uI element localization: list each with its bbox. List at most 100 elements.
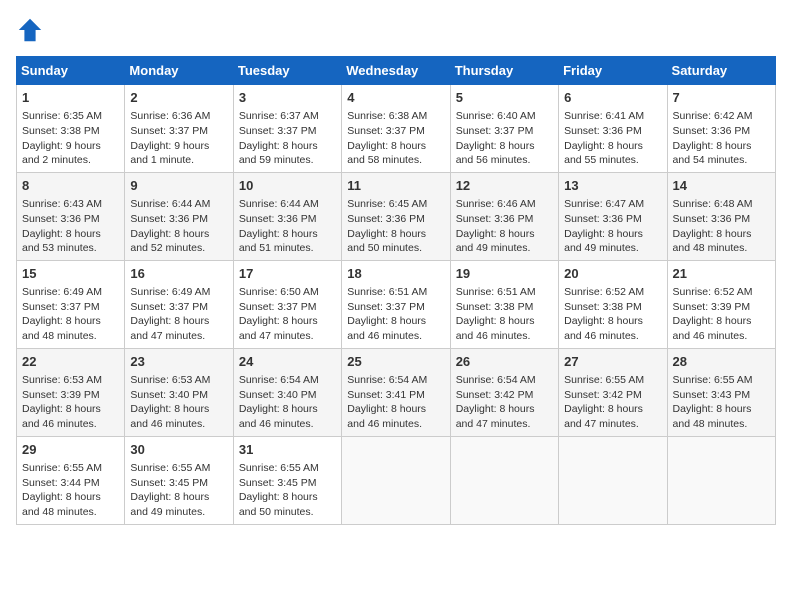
day-number: 23 <box>130 353 227 371</box>
daylight: Daylight: 8 hours and 46 minutes. <box>456 315 535 342</box>
sunrise: Sunrise: 6:44 AM <box>130 198 210 210</box>
calendar-day-cell: 19Sunrise: 6:51 AMSunset: 3:38 PMDayligh… <box>450 260 558 348</box>
weekday-header-cell: Thursday <box>450 57 558 85</box>
sunrise: Sunrise: 6:54 AM <box>239 374 319 386</box>
day-number: 19 <box>456 265 553 283</box>
calendar-day-cell: 20Sunrise: 6:52 AMSunset: 3:38 PMDayligh… <box>559 260 667 348</box>
sunset: Sunset: 3:37 PM <box>130 125 208 137</box>
sunset: Sunset: 3:37 PM <box>239 125 317 137</box>
calendar-day-cell: 9Sunrise: 6:44 AMSunset: 3:36 PMDaylight… <box>125 172 233 260</box>
weekday-header-cell: Friday <box>559 57 667 85</box>
calendar-day-cell: 12Sunrise: 6:46 AMSunset: 3:36 PMDayligh… <box>450 172 558 260</box>
day-number: 26 <box>456 353 553 371</box>
sunrise: Sunrise: 6:54 AM <box>456 374 536 386</box>
day-number: 11 <box>347 177 444 195</box>
sunrise: Sunrise: 6:54 AM <box>347 374 427 386</box>
calendar-day-cell: 18Sunrise: 6:51 AMSunset: 3:37 PMDayligh… <box>342 260 450 348</box>
daylight: Daylight: 8 hours and 46 minutes. <box>347 315 426 342</box>
sunrise: Sunrise: 6:53 AM <box>22 374 102 386</box>
calendar-day-cell <box>342 436 450 524</box>
sunset: Sunset: 3:37 PM <box>130 301 208 313</box>
daylight: Daylight: 9 hours and 1 minute. <box>130 140 209 167</box>
day-number: 30 <box>130 441 227 459</box>
calendar-table: SundayMondayTuesdayWednesdayThursdayFrid… <box>16 56 776 525</box>
weekday-header-cell: Tuesday <box>233 57 341 85</box>
sunset: Sunset: 3:38 PM <box>22 125 100 137</box>
sunset: Sunset: 3:37 PM <box>347 301 425 313</box>
calendar-day-cell: 30Sunrise: 6:55 AMSunset: 3:45 PMDayligh… <box>125 436 233 524</box>
daylight: Daylight: 8 hours and 46 minutes. <box>239 403 318 430</box>
sunset: Sunset: 3:38 PM <box>456 301 534 313</box>
day-number: 29 <box>22 441 119 459</box>
sunrise: Sunrise: 6:37 AM <box>239 110 319 122</box>
daylight: Daylight: 8 hours and 46 minutes. <box>22 403 101 430</box>
sunset: Sunset: 3:38 PM <box>564 301 642 313</box>
day-number: 17 <box>239 265 336 283</box>
calendar-day-cell: 22Sunrise: 6:53 AMSunset: 3:39 PMDayligh… <box>17 348 125 436</box>
calendar-day-cell: 4Sunrise: 6:38 AMSunset: 3:37 PMDaylight… <box>342 85 450 173</box>
day-number: 13 <box>564 177 661 195</box>
sunset: Sunset: 3:36 PM <box>239 213 317 225</box>
day-number: 9 <box>130 177 227 195</box>
day-number: 2 <box>130 89 227 107</box>
sunset: Sunset: 3:37 PM <box>22 301 100 313</box>
sunset: Sunset: 3:37 PM <box>456 125 534 137</box>
sunset: Sunset: 3:36 PM <box>564 125 642 137</box>
sunrise: Sunrise: 6:48 AM <box>673 198 753 210</box>
sunrise: Sunrise: 6:35 AM <box>22 110 102 122</box>
sunset: Sunset: 3:36 PM <box>673 213 751 225</box>
day-number: 15 <box>22 265 119 283</box>
weekday-header-cell: Sunday <box>17 57 125 85</box>
day-number: 25 <box>347 353 444 371</box>
calendar-day-cell: 25Sunrise: 6:54 AMSunset: 3:41 PMDayligh… <box>342 348 450 436</box>
weekday-header-row: SundayMondayTuesdayWednesdayThursdayFrid… <box>17 57 776 85</box>
daylight: Daylight: 8 hours and 56 minutes. <box>456 140 535 167</box>
daylight: Daylight: 8 hours and 47 minutes. <box>456 403 535 430</box>
daylight: Daylight: 8 hours and 48 minutes. <box>673 228 752 255</box>
sunrise: Sunrise: 6:49 AM <box>130 286 210 298</box>
calendar-week-row: 8Sunrise: 6:43 AMSunset: 3:36 PMDaylight… <box>17 172 776 260</box>
calendar-day-cell: 27Sunrise: 6:55 AMSunset: 3:42 PMDayligh… <box>559 348 667 436</box>
calendar-body: 1Sunrise: 6:35 AMSunset: 3:38 PMDaylight… <box>17 85 776 525</box>
calendar-day-cell: 16Sunrise: 6:49 AMSunset: 3:37 PMDayligh… <box>125 260 233 348</box>
calendar-day-cell: 15Sunrise: 6:49 AMSunset: 3:37 PMDayligh… <box>17 260 125 348</box>
sunset: Sunset: 3:42 PM <box>456 389 534 401</box>
sunrise: Sunrise: 6:52 AM <box>564 286 644 298</box>
day-number: 20 <box>564 265 661 283</box>
calendar-day-cell: 7Sunrise: 6:42 AMSunset: 3:36 PMDaylight… <box>667 85 775 173</box>
sunset: Sunset: 3:36 PM <box>673 125 751 137</box>
sunset: Sunset: 3:40 PM <box>130 389 208 401</box>
sunset: Sunset: 3:45 PM <box>130 477 208 489</box>
calendar-day-cell <box>667 436 775 524</box>
day-number: 21 <box>673 265 770 283</box>
sunrise: Sunrise: 6:41 AM <box>564 110 644 122</box>
daylight: Daylight: 8 hours and 47 minutes. <box>239 315 318 342</box>
sunrise: Sunrise: 6:40 AM <box>456 110 536 122</box>
calendar-day-cell: 6Sunrise: 6:41 AMSunset: 3:36 PMDaylight… <box>559 85 667 173</box>
calendar-week-row: 22Sunrise: 6:53 AMSunset: 3:39 PMDayligh… <box>17 348 776 436</box>
day-number: 7 <box>673 89 770 107</box>
day-number: 27 <box>564 353 661 371</box>
sunrise: Sunrise: 6:38 AM <box>347 110 427 122</box>
day-number: 24 <box>239 353 336 371</box>
day-number: 22 <box>22 353 119 371</box>
day-number: 10 <box>239 177 336 195</box>
daylight: Daylight: 8 hours and 54 minutes. <box>673 140 752 167</box>
sunset: Sunset: 3:39 PM <box>673 301 751 313</box>
sunset: Sunset: 3:36 PM <box>130 213 208 225</box>
weekday-header-cell: Monday <box>125 57 233 85</box>
day-number: 16 <box>130 265 227 283</box>
day-number: 12 <box>456 177 553 195</box>
sunset: Sunset: 3:45 PM <box>239 477 317 489</box>
sunset: Sunset: 3:42 PM <box>564 389 642 401</box>
calendar-day-cell: 10Sunrise: 6:44 AMSunset: 3:36 PMDayligh… <box>233 172 341 260</box>
calendar-day-cell: 24Sunrise: 6:54 AMSunset: 3:40 PMDayligh… <box>233 348 341 436</box>
sunrise: Sunrise: 6:43 AM <box>22 198 102 210</box>
day-number: 3 <box>239 89 336 107</box>
sunset: Sunset: 3:37 PM <box>347 125 425 137</box>
sunset: Sunset: 3:37 PM <box>239 301 317 313</box>
daylight: Daylight: 8 hours and 46 minutes. <box>673 315 752 342</box>
calendar-day-cell: 31Sunrise: 6:55 AMSunset: 3:45 PMDayligh… <box>233 436 341 524</box>
daylight: Daylight: 8 hours and 59 minutes. <box>239 140 318 167</box>
daylight: Daylight: 8 hours and 58 minutes. <box>347 140 426 167</box>
